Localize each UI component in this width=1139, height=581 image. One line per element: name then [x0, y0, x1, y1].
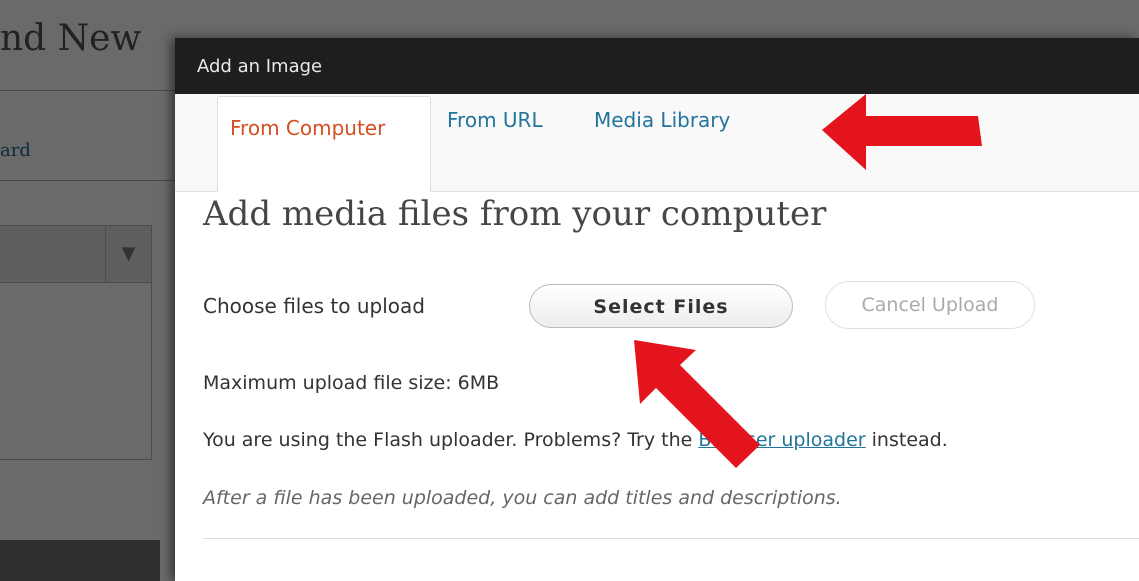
background-link: ard — [0, 140, 31, 161]
background-divider — [0, 180, 175, 181]
tab-from-computer[interactable]: From Computer — [217, 96, 431, 192]
browser-uploader-link[interactable]: Browser uploader — [698, 429, 865, 451]
background-page-title: nd New — [0, 18, 142, 59]
tab-from-url[interactable]: From URL — [447, 108, 543, 132]
flash-notice-prefix: You are using the Flash uploader. Proble… — [203, 429, 693, 451]
flash-uploader-notice: You are using the Flash uploader. Proble… — [203, 429, 948, 451]
page-heading: Add media files from your computer — [203, 194, 827, 234]
background-footer — [0, 540, 160, 581]
add-image-modal: Add an Image From Computer From URL Medi… — [175, 38, 1139, 581]
after-upload-note: After a file has been uploaded, you can … — [203, 487, 842, 509]
divider — [203, 538, 1139, 539]
select-files-button[interactable]: Select Files — [529, 284, 793, 328]
chevron-down-icon: ▼ — [105, 226, 151, 282]
background-box — [0, 282, 152, 460]
cancel-upload-button[interactable]: Cancel Upload — [825, 281, 1035, 329]
flash-notice-suffix: instead. — [871, 429, 948, 451]
tab-label: From Computer — [230, 116, 386, 140]
tab-media-library[interactable]: Media Library — [594, 108, 730, 132]
background-select: ▼ — [0, 225, 152, 283]
modal-titlebar: Add an Image — [175, 38, 1139, 94]
choose-files-label: Choose files to upload — [203, 294, 425, 318]
modal-title: Add an Image — [197, 56, 323, 77]
background-divider — [0, 90, 175, 91]
max-upload-size: Maximum upload file size: 6MB — [203, 372, 500, 394]
